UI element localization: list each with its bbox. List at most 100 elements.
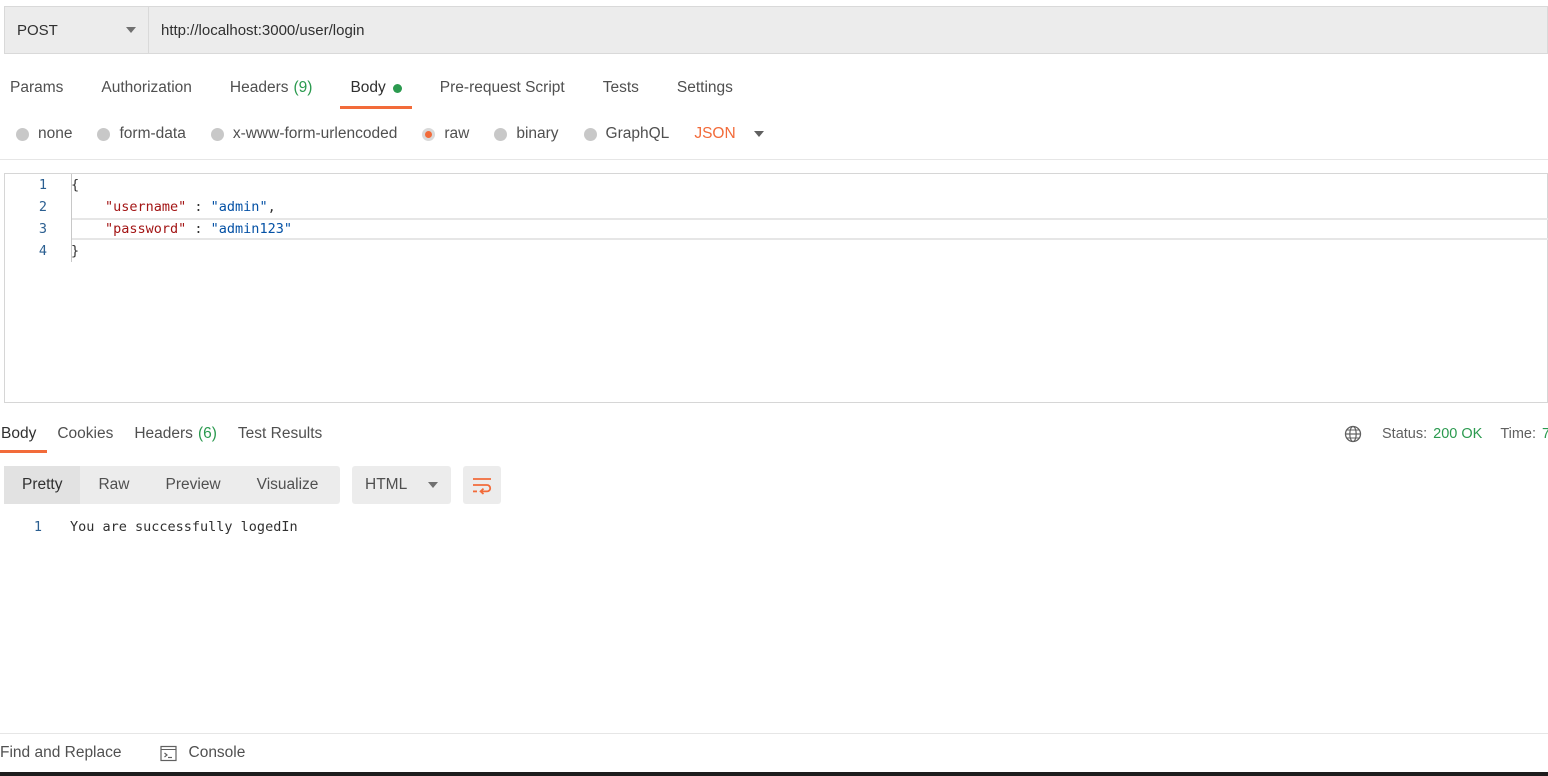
open-brace: { — [71, 177, 80, 193]
radio-raw[interactable]: raw — [422, 125, 469, 143]
json-colon: : — [186, 199, 211, 215]
radio-checked-icon — [422, 127, 436, 141]
radio-icon — [494, 127, 508, 141]
time-label: Time: — [1500, 426, 1537, 442]
tab-label: Body — [1, 425, 37, 442]
time-value[interactable]: 7 — [1542, 426, 1548, 442]
radio-icon — [210, 127, 224, 141]
wrap-lines-button[interactable] — [463, 466, 501, 504]
response-format-select[interactable]: HTML — [352, 466, 451, 504]
json-value: "admin" — [210, 199, 268, 215]
divider — [0, 159, 1548, 160]
json-comma: , — [267, 199, 276, 215]
radio-form-data[interactable]: form-data — [97, 125, 186, 143]
line-number: 2 — [38, 199, 47, 215]
wrap-lines-icon — [473, 478, 492, 495]
tab-body[interactable]: Body — [340, 66, 413, 110]
globe-icon[interactable] — [1344, 425, 1362, 443]
response-body-line: 1 You are successfully logedIn — [0, 516, 1000, 538]
code-text: "password" : "admin123" — [105, 218, 292, 240]
tab-label: Params — [10, 79, 64, 96]
tab-label: Cookies — [57, 425, 114, 442]
tab-label: Tests — [602, 79, 639, 96]
response-view-toggle: Pretty Raw Preview Visualize — [4, 466, 340, 504]
line-number: 4 — [38, 243, 47, 259]
radio-binary[interactable]: binary — [494, 125, 559, 143]
response-tab-body[interactable]: Body — [0, 414, 48, 454]
request-url-bar: POST — [4, 6, 1548, 54]
tab-params[interactable]: Params — [0, 66, 73, 110]
code-text: "username" : "admin", — [105, 196, 276, 218]
line-number: 3 — [38, 221, 47, 237]
radio-label: form-data — [119, 125, 186, 142]
chevron-down-icon — [753, 131, 764, 137]
close-brace: } — [71, 243, 80, 259]
response-tabs: Body Cookies Headers (6) Test Results — [0, 414, 342, 454]
json-value: "admin123" — [210, 221, 292, 237]
code-text: { — [71, 174, 79, 196]
url-input[interactable] — [149, 7, 1547, 53]
radio-icon — [16, 127, 29, 141]
tab-label: Test Results — [237, 425, 323, 442]
method-select[interactable]: POST — [5, 7, 149, 53]
line-number: 1 — [33, 519, 42, 535]
body-format-label: JSON — [694, 125, 736, 142]
tab-settings[interactable]: Settings — [667, 66, 743, 110]
code-line: 3 "password" : "admin123" — [5, 218, 1548, 240]
json-key: "password" — [105, 221, 187, 237]
response-tab-cookies[interactable]: Cookies — [56, 414, 114, 454]
tab-label: Headers — [134, 425, 193, 442]
response-status: Status: 200 OK Time: 7 — [1344, 414, 1548, 454]
radio-label: none — [38, 125, 73, 142]
radio-label: raw — [444, 125, 470, 142]
response-tab-test-results[interactable]: Test Results — [237, 414, 323, 454]
tab-label: Headers — [229, 79, 289, 96]
indent-guide — [71, 174, 72, 262]
headers-count: (6) — [197, 425, 217, 442]
tab-pre-request-script[interactable]: Pre-request Script — [430, 66, 575, 110]
view-visualize-button[interactable]: Visualize — [239, 466, 337, 504]
radio-none[interactable]: none — [16, 125, 72, 143]
body-indicator-dot-icon — [392, 83, 402, 93]
tab-authorization[interactable]: Authorization — [91, 66, 201, 110]
view-raw-button[interactable]: Raw — [80, 466, 147, 504]
code-text: } — [71, 240, 79, 262]
request-tabs: Params Authorization Headers (9) Body Pre… — [0, 66, 761, 110]
json-key: "username" — [105, 199, 187, 215]
headers-count: (9) — [293, 79, 313, 96]
radio-icon — [583, 127, 597, 141]
tab-label: Body — [350, 79, 386, 96]
status-label: Status: — [1382, 426, 1428, 442]
radio-label: binary — [516, 125, 559, 142]
status-value[interactable]: 200 OK — [1433, 426, 1482, 442]
tab-label: Settings — [676, 79, 733, 96]
method-label: POST — [17, 21, 58, 39]
tab-label: Pre-request Script — [439, 79, 565, 96]
response-text: You are successfully logedIn — [70, 519, 298, 535]
radio-icon — [97, 127, 111, 141]
status-bar: Find and Replace Console — [0, 733, 1548, 772]
radio-label: x-www-form-urlencoded — [232, 125, 398, 142]
find-replace-label: Find and Replace — [0, 744, 122, 761]
tab-tests[interactable]: Tests — [593, 66, 649, 110]
body-format-select[interactable]: JSON — [694, 125, 764, 143]
radio-urlencoded[interactable]: x-www-form-urlencoded — [210, 125, 398, 143]
code-line: 2 "username" : "admin", — [5, 196, 1548, 218]
response-tab-headers[interactable]: Headers (6) — [133, 414, 218, 454]
code-line: 4 } — [5, 240, 1548, 262]
request-body-editor[interactable]: 1 { 2 "username" : "admin", 3 "password"… — [4, 173, 1548, 403]
body-type-options: none form-data x-www-form-urlencoded raw… — [16, 120, 764, 148]
tab-headers[interactable]: Headers (9) — [220, 66, 323, 110]
chevron-down-icon — [126, 27, 136, 33]
view-pretty-button[interactable]: Pretty — [4, 466, 81, 504]
code-line: 1 { — [5, 174, 1548, 196]
os-taskbar-edge — [0, 772, 1548, 776]
radio-graphql[interactable]: GraphQL — [583, 125, 670, 143]
find-replace-button[interactable]: Find and Replace — [0, 744, 122, 762]
console-button[interactable]: Console — [122, 744, 245, 762]
chevron-down-icon — [428, 482, 438, 488]
json-colon: : — [186, 221, 211, 237]
console-icon — [159, 745, 177, 761]
radio-label: GraphQL — [605, 125, 670, 142]
view-preview-button[interactable]: Preview — [148, 466, 239, 504]
